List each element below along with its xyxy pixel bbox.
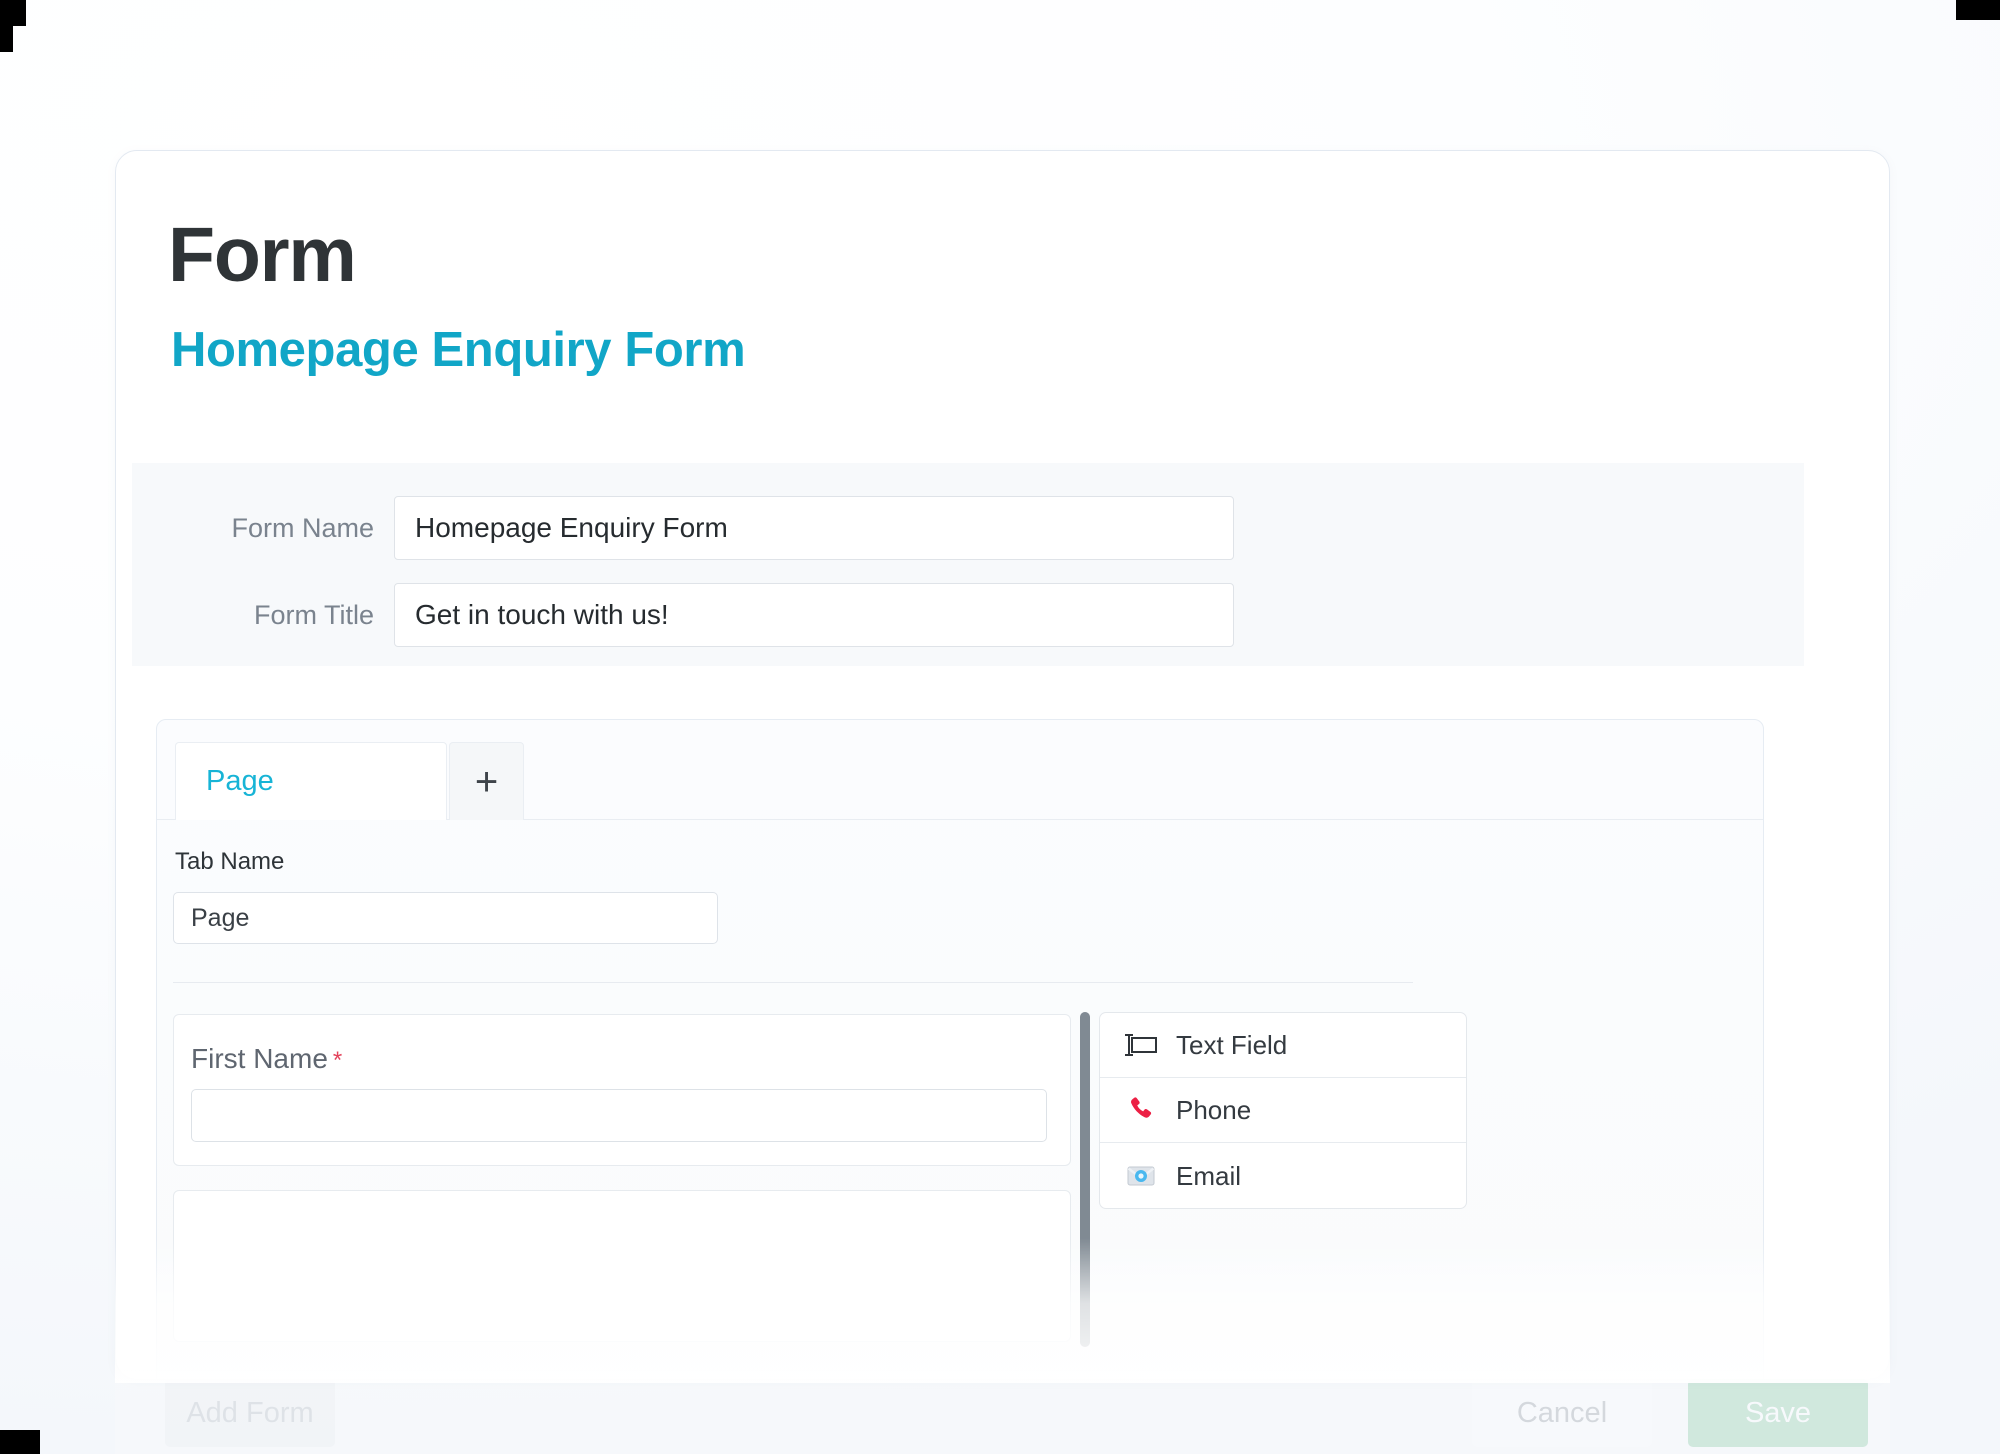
footer-action-bar: Add Form Cancel Save — [115, 1370, 1890, 1454]
palette-item-email[interactable]: Email — [1100, 1143, 1466, 1208]
save-button[interactable]: Save — [1688, 1379, 1868, 1447]
corner-mark-top-left — [0, 0, 26, 26]
text-field-icon — [1122, 1028, 1160, 1062]
form-builder-panel: Page + Tab Name Page First Name * Text F… — [156, 719, 1764, 1379]
form-field-first-name[interactable]: First Name * — [173, 1014, 1071, 1166]
palette-item-label: Phone — [1176, 1095, 1252, 1125]
builder-scrollbar-track[interactable] — [1080, 1012, 1090, 1347]
form-editor-card: Form Homepage Enquiry Form Form Name Hom… — [115, 150, 1890, 1380]
page-title: Form — [168, 212, 357, 298]
required-asterisk: * — [332, 1047, 343, 1074]
form-title-label: Form Title — [253, 599, 374, 630]
palette-item-label: Email — [1176, 1160, 1242, 1191]
palette-item-label: Text Field — [1176, 1030, 1288, 1060]
form-field-next[interactable] — [173, 1190, 1071, 1342]
palette-item-text-field[interactable]: Text Field — [1100, 1013, 1466, 1078]
add-form-button[interactable]: Add Form — [165, 1379, 335, 1447]
form-name-input[interactable]: Homepage Enquiry Form — [394, 496, 1234, 560]
add-tab-button[interactable]: + — [449, 742, 524, 820]
page-tab-strip: Page + — [157, 742, 1763, 820]
field-type-palette: Text Field Phone Email — [1099, 1012, 1467, 1209]
corner-mark-bottom-left — [0, 1430, 40, 1454]
corner-mark-top-right — [1956, 0, 2000, 20]
builder-scrollbar-thumb[interactable] — [1080, 1012, 1090, 1347]
tab-name-input[interactable]: Page — [173, 892, 718, 944]
form-name-row: Form Name Homepage Enquiry Form — [132, 496, 1804, 560]
form-title-input[interactable]: Get in touch with us! — [394, 583, 1234, 647]
cancel-button[interactable]: Cancel — [1472, 1379, 1652, 1447]
tab-page[interactable]: Page — [175, 742, 447, 820]
builder-divider — [173, 982, 1413, 983]
plus-icon: + — [474, 759, 499, 804]
form-name-label: Form Name — [231, 512, 374, 543]
form-subtitle: Homepage Enquiry Form — [171, 323, 746, 377]
corner-mark-top-left-lower — [0, 26, 13, 52]
field-label-text: First Name — [191, 1043, 328, 1074]
phone-icon — [1122, 1093, 1160, 1127]
screenshot-stage: Form Homepage Enquiry Form Form Name Hom… — [0, 0, 2000, 1454]
palette-item-phone[interactable]: Phone — [1100, 1078, 1466, 1143]
field-input-first-name[interactable] — [191, 1089, 1047, 1142]
email-icon — [1122, 1159, 1160, 1193]
tab-name-label: Tab Name — [175, 848, 285, 875]
field-label-row: First Name * — [191, 1043, 342, 1075]
form-meta-panel: Form Name Homepage Enquiry Form Form Tit… — [132, 463, 1804, 666]
form-title-row: Form Title Get in touch with us! — [132, 583, 1804, 647]
